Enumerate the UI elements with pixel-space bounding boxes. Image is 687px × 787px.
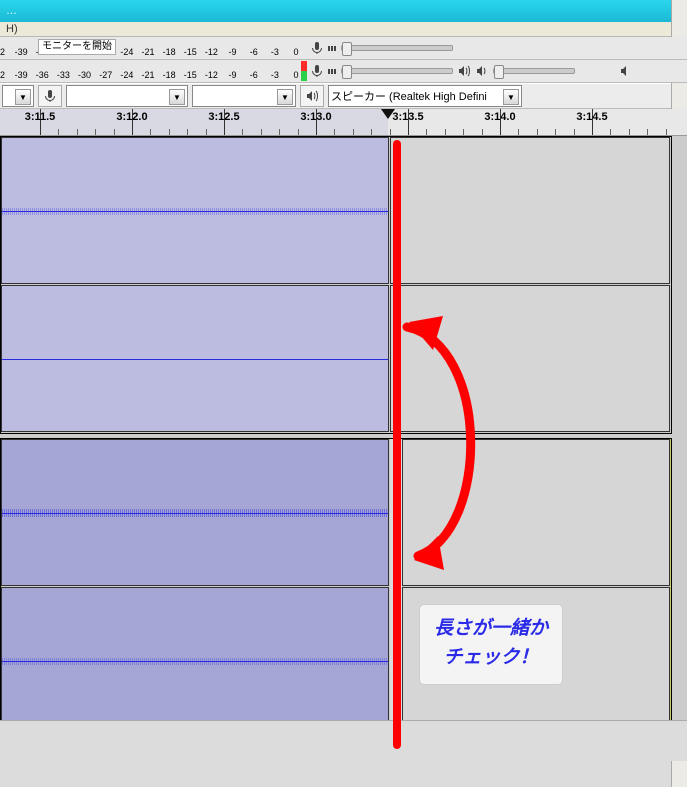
track-2-selected[interactable]	[0, 438, 672, 736]
track-area[interactable]	[0, 136, 687, 761]
channel-select[interactable]: ▼	[192, 85, 296, 107]
clip-1-tail-right[interactable]	[390, 285, 670, 432]
annotation-line2: チェック！	[434, 644, 548, 673]
clip-2-right[interactable]	[1, 587, 389, 734]
mic-icon	[310, 41, 324, 55]
output-device-select[interactable]: スピーカー (Realtek High Defini ▼	[328, 85, 522, 107]
timeline-ruler[interactable]: 3:11.53:12.03:12.53:13.03:13.53:14.03:14…	[0, 109, 687, 136]
play-volume-slider[interactable]	[493, 68, 575, 74]
clip-2-left[interactable]	[1, 439, 389, 586]
mic-icon	[310, 64, 324, 78]
chevron-down-icon: ▼	[503, 89, 519, 105]
clip-1-right[interactable]	[1, 285, 389, 432]
title-text: …	[6, 5, 17, 17]
chevron-down-icon: ▼	[277, 89, 293, 105]
clip-2-tail-left[interactable]	[402, 439, 670, 586]
titlebar[interactable]: …	[0, 0, 687, 22]
clip-1-tail-left[interactable]	[390, 137, 670, 284]
rec-volume-slider[interactable]	[341, 68, 453, 74]
speaker-icon	[619, 64, 633, 78]
mic-icon	[38, 85, 62, 107]
speaker-icon	[300, 85, 324, 107]
speaker-icon	[475, 64, 489, 78]
recording-meter-bar[interactable]: 42-39-36-33-30-27-24-21-18-15-12-9-6-30 …	[0, 37, 687, 60]
chevron-down-icon: ▼	[169, 89, 185, 105]
audio-host-select[interactable]: ▼	[2, 85, 34, 107]
mixer-menu-button[interactable]	[328, 69, 337, 74]
speaker-icon	[457, 64, 471, 78]
mic-slider[interactable]	[341, 45, 453, 51]
device-toolbar: ▼ ▼ ▼ スピーカー (Realtek High Defini ▼	[0, 83, 687, 109]
playback-meter-bar[interactable]: 42-39-36-33-30-27-24-21-18-15-12-9-6-30	[0, 60, 687, 83]
playback-meter-peak	[301, 61, 307, 81]
menubar-text: H)	[6, 23, 18, 35]
track-1[interactable]	[0, 136, 672, 434]
annotation-line1: 長さが一緒か	[434, 615, 548, 644]
gap-region	[390, 439, 402, 735]
chevron-down-icon: ▼	[15, 89, 31, 105]
menubar-fragment[interactable]: H)	[0, 22, 687, 37]
app-window: … H) 42-39-36-33-30-27-24-21-18-15-12-9-…	[0, 0, 687, 787]
mic-menu-button[interactable]	[328, 46, 337, 51]
annotation-text-box: 長さが一緒か チェック！	[420, 605, 562, 684]
track-area-footer	[0, 720, 687, 761]
clip-1-left[interactable]	[1, 137, 389, 284]
input-device-select[interactable]: ▼	[66, 85, 188, 107]
output-device-value: スピーカー (Realtek High Defini	[331, 88, 487, 104]
start-monitoring-tooltip[interactable]: モニターを開始	[38, 39, 116, 55]
playback-meter-scale: 42-39-36-33-30-27-24-21-18-15-12-9-6-30	[0, 60, 296, 82]
